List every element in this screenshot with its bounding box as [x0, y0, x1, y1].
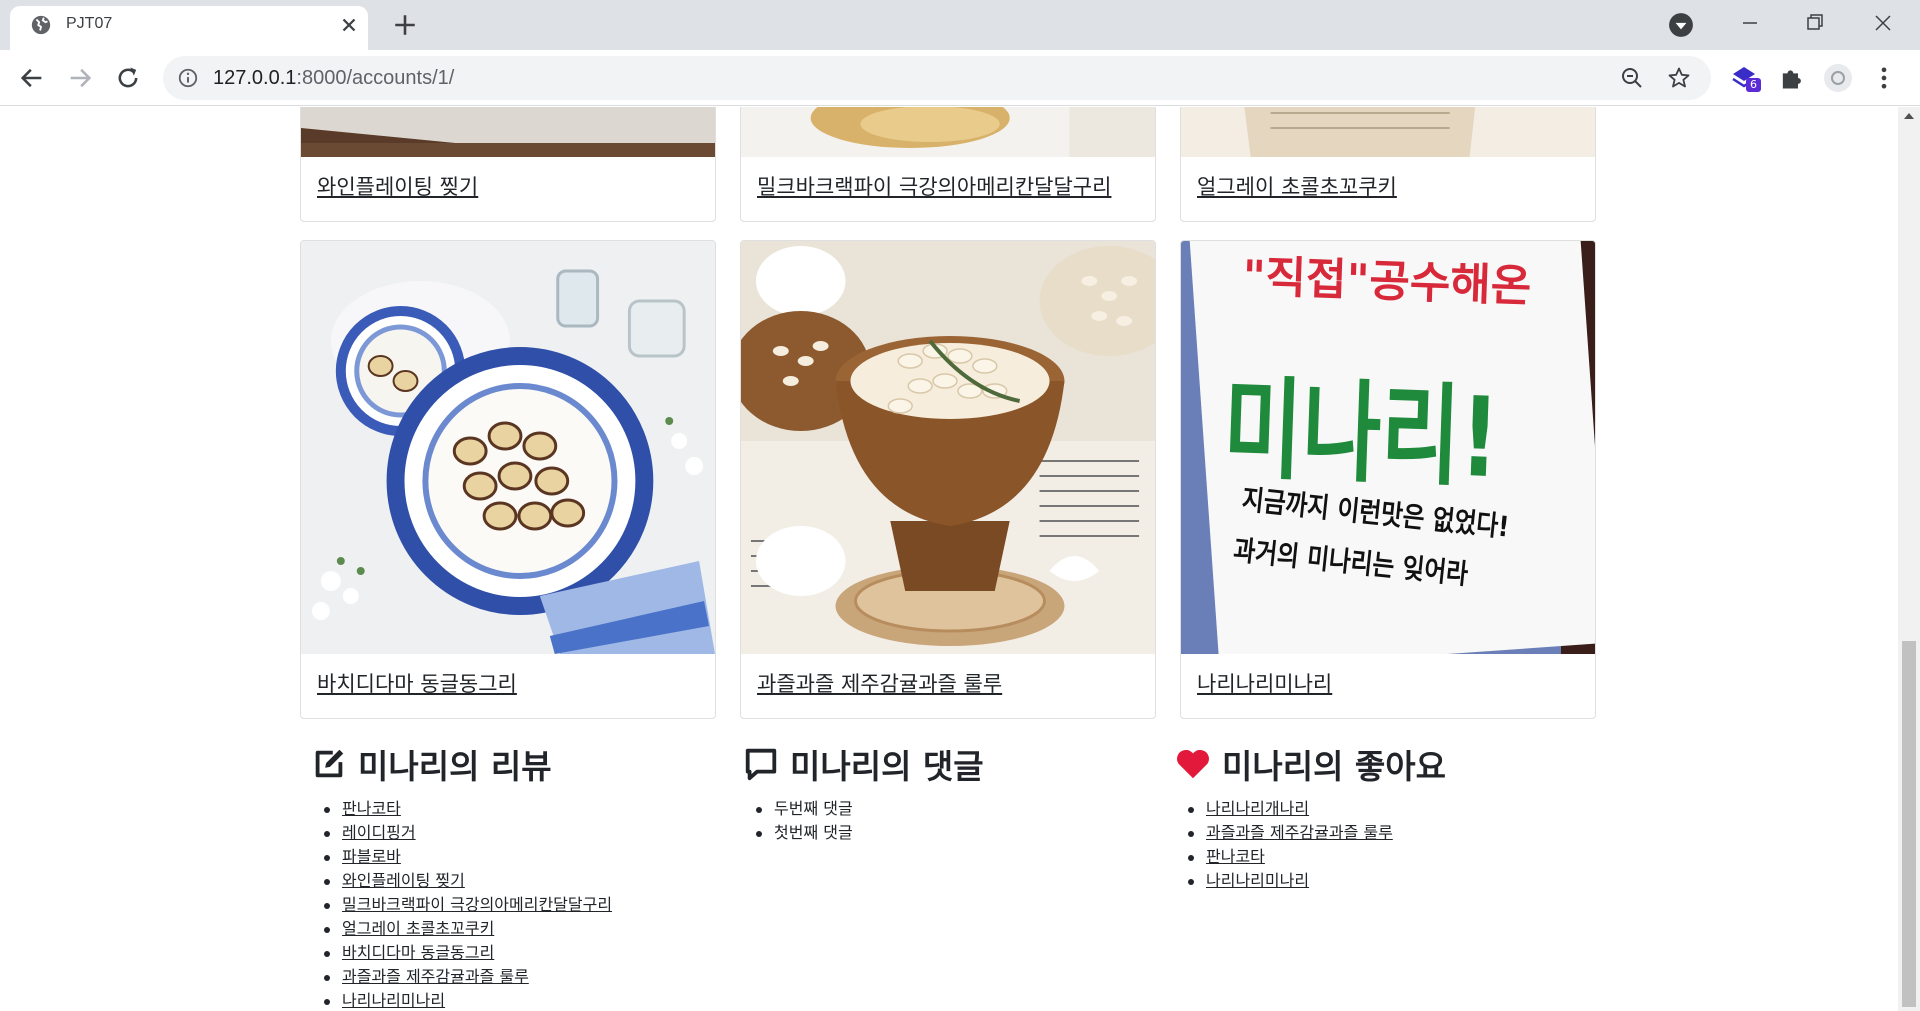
card-image [301, 107, 715, 157]
card-image [301, 241, 715, 654]
list-item: 판나코타 [1174, 845, 1446, 869]
address-bar[interactable]: 127.0.0.1:8000/accounts/1/ [163, 56, 1711, 100]
card-title-link[interactable]: 밀크바크랙파이 극강의아메리칸달달구리 [757, 175, 1111, 199]
list-item: 레이디핑거 [310, 821, 612, 845]
list-item: 얼그레이 초콜초꼬쿠키 [310, 917, 612, 941]
sign-line4: 과거의 미나리는 잊어라 [1231, 533, 1470, 591]
kebab-menu-icon[interactable] [1870, 64, 1898, 92]
list-item: 나리나리미나리 [310, 989, 612, 1011]
likes-section: 미나리의 좋아요 나리나리개나리 과즐과즐 제주감귤과즐 룰루 판나코타 나리나… [1174, 741, 1446, 893]
review-link[interactable]: 레이디핑거 [342, 823, 416, 842]
card-top-2: 밀크바크랙파이 극강의아메리칸달달구리 [740, 107, 1156, 222]
back-arrow-icon[interactable] [18, 64, 46, 92]
card-top-1: 와인플레이팅 찢기 [300, 107, 716, 222]
url-path: :8000/accounts/1/ [296, 67, 455, 89]
forward-arrow-icon[interactable] [66, 64, 94, 92]
comments-section: 미나리의 댓글 두번째 댓글 첫번째 댓글 [742, 741, 984, 845]
list-item: 파블로바 [310, 845, 612, 869]
restore-icon[interactable] [1800, 8, 1830, 38]
card-image [741, 241, 1155, 654]
browser-tab[interactable]: PJT07 [10, 6, 368, 50]
card-title-link[interactable]: 과즐과즐 제주감귤과즐 룰루 [757, 672, 1002, 696]
review-link[interactable]: 얼그레이 초콜초꼬쿠키 [342, 919, 494, 938]
review-link[interactable]: 과즐과즐 제주감귤과즐 룰루 [342, 967, 529, 986]
list-item: 첫번째 댓글 [742, 821, 984, 845]
globe-icon [31, 15, 51, 35]
liked-link[interactable]: 나리나리개나리 [1206, 799, 1309, 818]
close-icon[interactable] [338, 14, 360, 36]
reviews-title: 미나리의 리뷰 [358, 747, 552, 786]
card-title-link[interactable]: 얼그레이 초콜초꼬쿠키 [1197, 175, 1397, 199]
review-link[interactable]: 판나코타 [342, 799, 401, 818]
list-item: 나리나리개나리 [1174, 797, 1446, 821]
list-item: 과즐과즐 제주감귤과즐 룰루 [310, 965, 612, 989]
sign-line1: "직접"공수해온 [1241, 251, 1533, 313]
edit-icon [315, 749, 344, 778]
list-item: 과즐과즐 제주감귤과즐 룰루 [1174, 821, 1446, 845]
comment-text: 두번째 댓글 [774, 799, 853, 818]
liked-link[interactable]: 과즐과즐 제주감귤과즐 룰루 [1206, 823, 1393, 842]
list-item: 바치디다마 동글동그리 [310, 941, 612, 965]
review-link[interactable]: 밀크바크랙파이 극강의아메리칸달달구리 [342, 895, 612, 914]
card-title-link[interactable]: 바치디다마 동글동그리 [317, 672, 517, 696]
card-bacio: 바치디다마 동글동그리 [300, 240, 716, 719]
comments-title: 미나리의 댓글 [790, 747, 984, 786]
review-link[interactable]: 와인플레이팅 찢기 [342, 871, 465, 890]
review-link[interactable]: 파블로바 [342, 847, 401, 866]
likes-list: 나리나리개나리 과즐과즐 제주감귤과즐 룰루 판나코타 나리나리미나리 [1174, 797, 1446, 893]
browser-toolbar: 127.0.0.1:8000/accounts/1/ 6 [0, 50, 1920, 106]
card-title-link[interactable]: 와인플레이팅 찢기 [317, 175, 478, 199]
card-image [1181, 107, 1595, 157]
reviews-section: 미나리의 리뷰 판나코타 레이디핑거 파블로바 와인플레이팅 찢기 밀크바크랙파… [310, 741, 612, 1011]
url-host: 127.0.0.1 [213, 67, 297, 89]
comment-text: 첫번째 댓글 [774, 823, 853, 842]
card-gwajul: 과즐과즐 제주감귤과즐 룰루 [740, 240, 1156, 719]
card-top-3: 얼그레이 초콜초꼬쿠키 [1180, 107, 1596, 222]
bookmark-star-icon[interactable] [1667, 66, 1691, 90]
liked-link[interactable]: 판나코타 [1206, 847, 1265, 866]
comments-list: 두번째 댓글 첫번째 댓글 [742, 797, 984, 845]
card-image [741, 107, 1155, 157]
list-item: 나리나리미나리 [1174, 869, 1446, 893]
card-title-link[interactable]: 나리나리미나리 [1197, 672, 1332, 696]
list-item: 두번째 댓글 [742, 797, 984, 821]
puzzle-icon[interactable] [1777, 64, 1805, 92]
scroll-up-arrow-icon[interactable] [1904, 113, 1914, 119]
likes-title: 미나리의 좋아요 [1222, 747, 1447, 786]
review-link[interactable]: 바치디다마 동글동그리 [342, 943, 494, 962]
comment-icon [745, 748, 777, 781]
extension-badge: 6 [1746, 78, 1761, 92]
minimize-icon[interactable] [1735, 8, 1765, 38]
profile-icon [1831, 71, 1845, 85]
reviews-list: 판나코타 레이디핑거 파블로바 와인플레이팅 찢기 밀크바크랙파이 극강의아메리… [310, 797, 612, 1011]
zoom-out-icon[interactable] [1620, 66, 1644, 90]
heart-icon [1177, 749, 1209, 779]
card-minari: "직접"공수해온 미나리! 지금까지 이런맛은 없었다! 과거의 미나리는 잊어… [1180, 240, 1596, 719]
tab-strip: PJT07 [0, 0, 1920, 50]
page-viewport: 와인플레이팅 찢기 밀크바크랙파이 극강의아메리칸달달구리 얼그레이 초콜초꼬쿠… [0, 107, 1898, 1011]
scrollbar-thumb[interactable] [1902, 641, 1916, 1007]
reload-icon[interactable] [114, 64, 142, 92]
card-image: "직접"공수해온 미나리! 지금까지 이런맛은 없었다! 과거의 미나리는 잊어… [1181, 241, 1595, 654]
window-close-icon[interactable] [1868, 8, 1898, 38]
list-item: 밀크바크랙파이 극강의아메리칸달달구리 [310, 893, 612, 917]
tab-title: PJT07 [66, 15, 113, 32]
vertical-scrollbar[interactable] [1898, 107, 1920, 1011]
profile-avatar[interactable] [1824, 64, 1852, 92]
sign-board: "직접"공수해온 미나리! 지금까지 이런맛은 없었다! 과거의 미나리는 잊어… [1189, 241, 1595, 654]
info-icon[interactable] [177, 67, 199, 89]
tab-search-icon[interactable] [1668, 12, 1694, 38]
new-tab-plus-icon[interactable] [392, 12, 418, 38]
url-text[interactable]: 127.0.0.1:8000/accounts/1/ [213, 67, 454, 90]
list-item: 판나코타 [310, 797, 612, 821]
review-link[interactable]: 나리나리미나리 [342, 991, 445, 1010]
liked-link[interactable]: 나리나리미나리 [1206, 871, 1309, 890]
extension-button[interactable]: 6 [1730, 64, 1761, 92]
list-item: 와인플레이팅 찢기 [310, 869, 612, 893]
